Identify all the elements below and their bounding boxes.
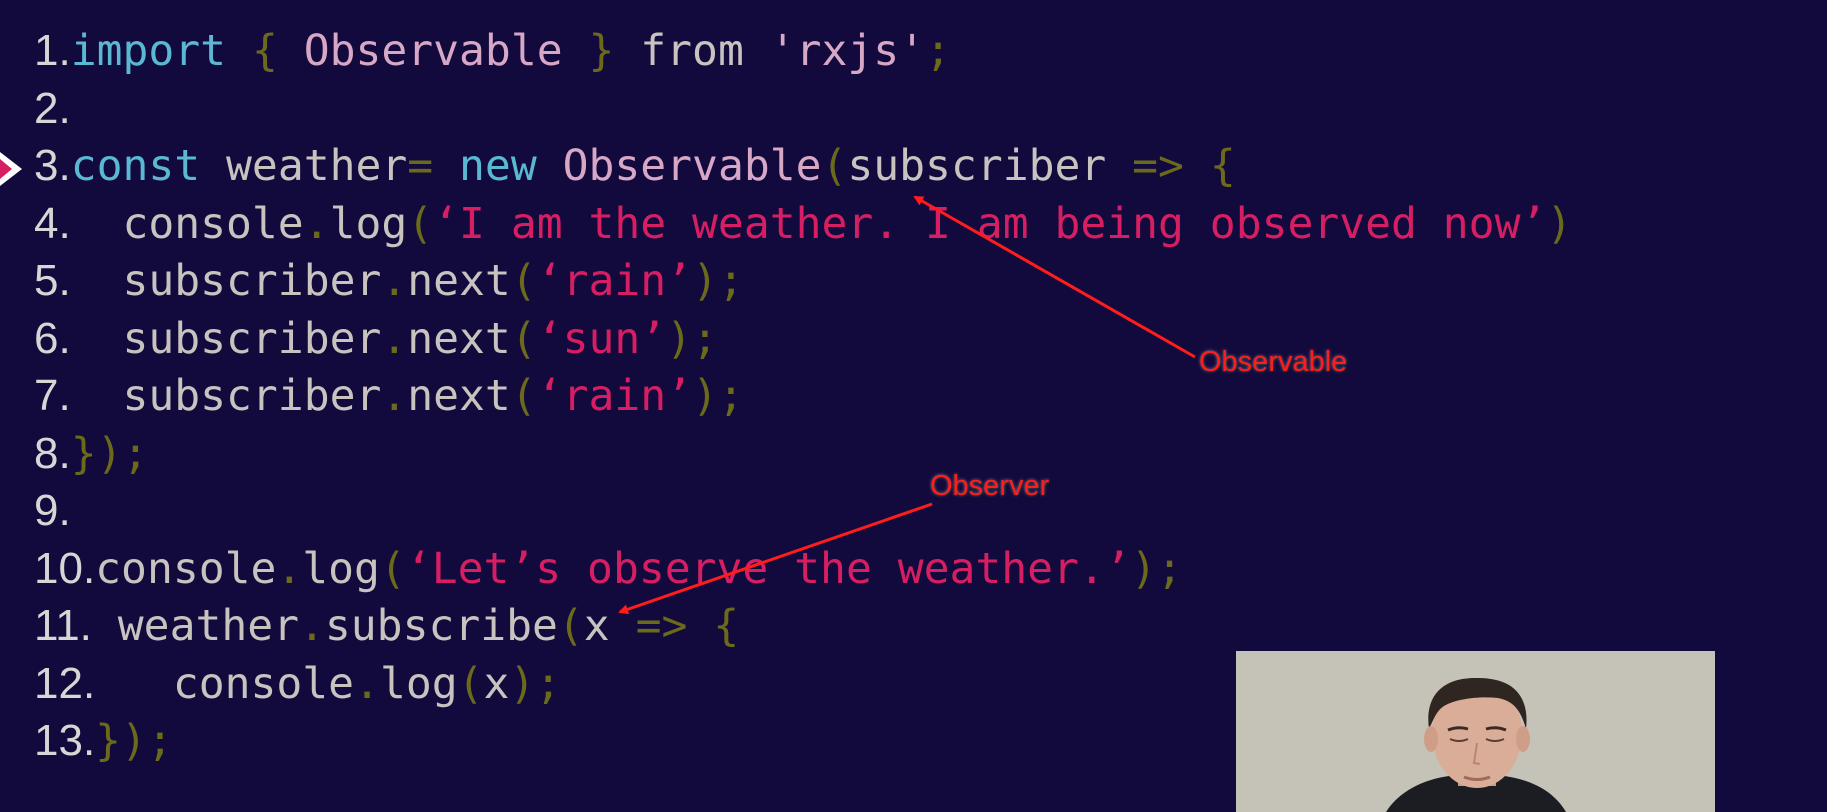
code-token: {: [713, 601, 740, 651]
code-line: 1.import { Observable } from 'rxjs';: [34, 22, 1572, 80]
code-token: (: [379, 543, 406, 594]
line-number: 2.: [34, 83, 71, 133]
code-token: const: [70, 141, 201, 191]
code-token: );: [692, 371, 744, 421]
code-token: (: [457, 658, 484, 709]
code-token: (: [510, 371, 537, 421]
observable-annotation-label: Observable: [1199, 346, 1348, 378]
line-number: 4.: [34, 198, 71, 248]
code-token: console: [95, 658, 355, 709]
code-token: .: [299, 601, 325, 651]
line-number: 12.: [34, 658, 96, 708]
code-token: ): [1546, 198, 1573, 249]
code-token: });: [70, 428, 149, 479]
code-token: (: [821, 141, 848, 191]
line-number: 8.: [34, 428, 71, 478]
code-token: weather: [200, 141, 408, 191]
code-token: subscriber: [847, 141, 1133, 191]
code-token: .: [354, 658, 380, 709]
code-token: log: [302, 543, 380, 594]
code-token: ;: [925, 26, 951, 76]
code-token: from: [614, 26, 770, 76]
code-slide: 1.import { Observable } from 'rxjs'; 2. 3.…: [0, 0, 1827, 812]
code-token: {: [1209, 141, 1236, 191]
code-token: (: [557, 601, 584, 651]
presenter-webcam-video: [1236, 651, 1715, 812]
code-token: next: [407, 371, 511, 421]
code-token: .: [381, 371, 408, 421]
line-number: 10.: [34, 543, 96, 593]
code-token: =>: [635, 601, 688, 651]
code-token: .: [381, 256, 408, 306]
code-line: 3.const weather= new Observable(subscrib…: [34, 137, 1572, 195]
code-token: new: [459, 141, 537, 191]
code-token: ‘rain’: [536, 256, 693, 306]
code-token: .: [276, 543, 303, 594]
code-token: .: [381, 313, 408, 364]
code-token: next: [407, 313, 511, 364]
code-token: {: [251, 26, 278, 76]
code-token: ‘sun’: [536, 313, 667, 364]
code-token: });: [95, 716, 173, 766]
code-token: (: [407, 198, 434, 249]
code-line: 9.: [34, 482, 1572, 540]
presenter-image: [1236, 651, 1715, 812]
code-token: subscriber: [70, 256, 382, 306]
line-number: 9.: [34, 486, 71, 535]
code-token: import: [70, 26, 227, 76]
line-number: 6.: [34, 313, 71, 363]
line-number: 3.: [34, 141, 71, 190]
code-token: );: [666, 313, 718, 364]
line-number: 11.: [34, 601, 92, 650]
code-token: console: [95, 543, 277, 594]
code-token: (: [510, 256, 537, 306]
code-token: log: [379, 658, 458, 709]
code-token: =: [407, 141, 434, 191]
code-token: );: [692, 256, 744, 306]
code-token: ‘I am the weather. I am being observed n…: [433, 198, 1547, 249]
line-number: 7.: [34, 371, 71, 420]
code-token: (: [510, 313, 537, 364]
code-line: 11. weather.subscribe(x => {: [34, 597, 1572, 655]
code-token: ‘rain’: [536, 371, 693, 421]
code-line: 10.console.log(‘Let’s observe the weathe…: [34, 540, 1572, 598]
code-line: 2.: [34, 80, 1572, 138]
observer-annotation-label: Observer: [930, 470, 1050, 502]
code-token: weather: [91, 601, 300, 651]
code-token: );: [1130, 543, 1183, 594]
code-token: Observable: [562, 141, 822, 191]
code-token: next: [407, 256, 511, 306]
code-token: Observable: [303, 26, 563, 76]
code-token: }: [588, 26, 615, 76]
current-line-marker-icon: [0, 152, 22, 186]
code-token: =>: [1132, 141, 1184, 191]
code-token: );: [509, 658, 562, 709]
code-line: 8.});: [34, 425, 1572, 483]
code-line: 5. subscriber.next(‘rain’);: [34, 252, 1572, 310]
code-token: log: [329, 198, 408, 249]
line-number: 1.: [34, 26, 71, 75]
code-token: subscriber: [70, 313, 382, 364]
line-number: 5.: [34, 256, 71, 305]
code-token: x: [583, 601, 636, 651]
code-token: subscriber: [70, 371, 382, 421]
code-line: 4. console.log(‘I am the weather. I am b…: [34, 195, 1572, 253]
code-token: subscribe: [324, 601, 558, 651]
code-token: 'rxjs': [769, 26, 926, 76]
code-token: x: [483, 658, 510, 709]
code-token: ‘Let’s observe the weather.’: [405, 543, 1131, 594]
code-token: .: [303, 198, 330, 249]
line-number: 13.: [34, 716, 96, 765]
code-token: console: [70, 198, 304, 249]
